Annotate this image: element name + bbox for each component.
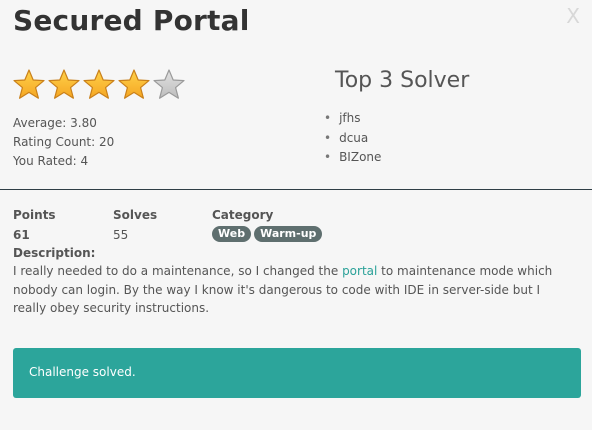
portal-link[interactable]: portal xyxy=(342,264,377,278)
star-icon[interactable] xyxy=(152,68,186,102)
rating-average: Average: 3.80 xyxy=(13,116,97,130)
star-rating[interactable] xyxy=(12,68,186,102)
description-text: I really needed to do a maintenance, so … xyxy=(13,262,573,318)
points-value: 61 xyxy=(13,228,30,242)
close-button[interactable]: X xyxy=(566,4,580,28)
description-text-before: I really needed to do a maintenance, so … xyxy=(13,264,343,278)
top-solver-heading: Top 3 Solver xyxy=(335,68,470,93)
tag-web[interactable]: Web xyxy=(212,226,252,242)
description-label: Description: xyxy=(13,246,96,260)
rating-stats: Average: 3.80 Rating Count: 20 You Rated… xyxy=(13,114,114,171)
status-alert: Challenge solved. xyxy=(13,348,581,398)
star-icon[interactable] xyxy=(47,68,81,102)
rating-you-rated: You Rated: 4 xyxy=(13,154,89,168)
star-icon[interactable] xyxy=(82,68,116,102)
star-icon[interactable] xyxy=(12,68,46,102)
points-label: Points xyxy=(13,208,56,222)
category-label: Category xyxy=(212,208,274,222)
tag-warm-up[interactable]: Warm-up xyxy=(254,226,323,242)
rating-count: Rating Count: 20 xyxy=(13,135,115,149)
page-title: Secured Portal xyxy=(13,4,250,37)
star-icon[interactable] xyxy=(117,68,151,102)
solver-list: jfhs dcua BIZone xyxy=(324,109,381,168)
category-tags: Web Warm-up xyxy=(212,226,323,242)
solver-item: jfhs xyxy=(324,109,381,129)
solves-value: 55 xyxy=(113,228,129,242)
solves-label: Solves xyxy=(113,208,158,222)
solver-item: BIZone xyxy=(324,148,381,168)
divider xyxy=(0,189,592,190)
solver-item: dcua xyxy=(324,129,381,149)
